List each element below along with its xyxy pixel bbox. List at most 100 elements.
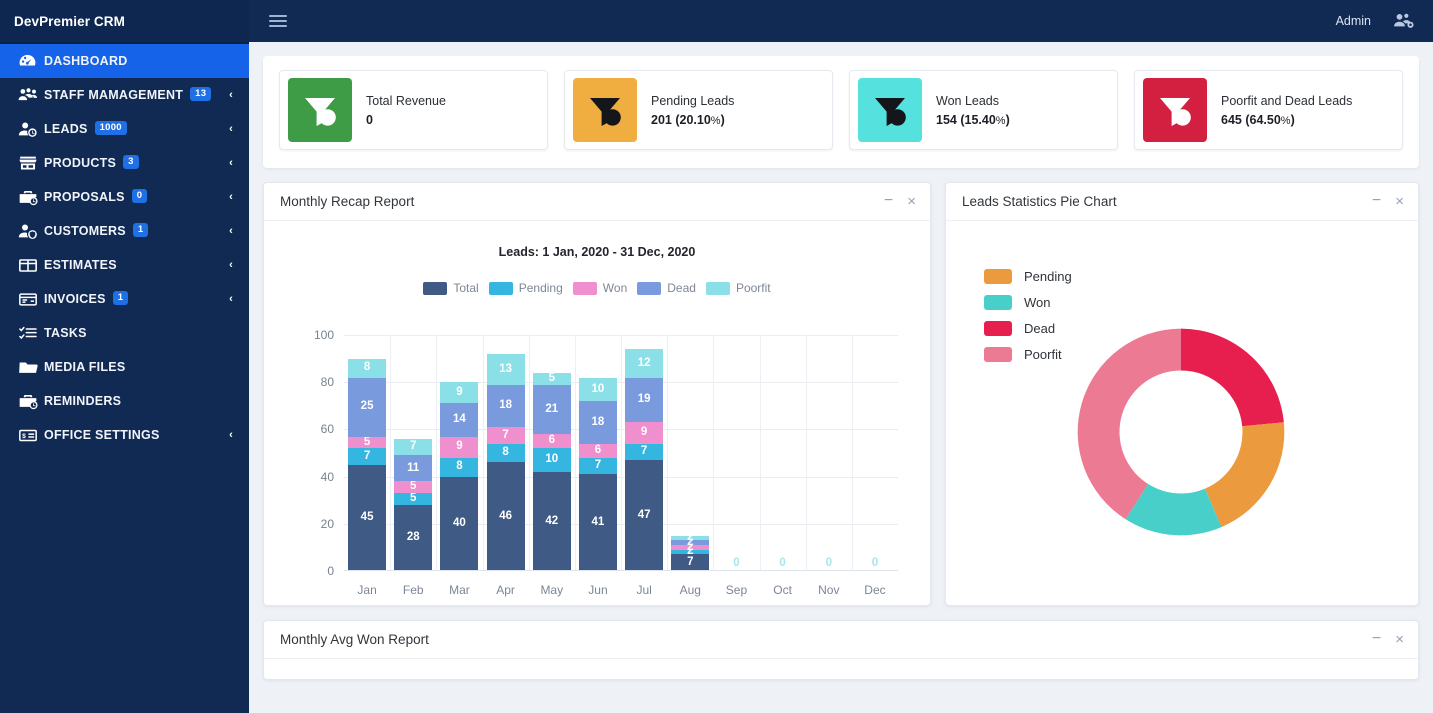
bar-segment-total[interactable]: 45 xyxy=(348,464,387,571)
chevron-left-icon[interactable]: ‹ xyxy=(229,123,233,135)
bar-segment-pending[interactable]: 8 xyxy=(440,457,479,477)
minimize-icon[interactable]: − xyxy=(1372,192,1381,209)
bar-segment-poorfit[interactable]: 13 xyxy=(486,353,525,385)
bar-segment-poorfit[interactable]: 8 xyxy=(348,358,387,378)
sidebar-item-products[interactable]: PRODUCTS 3 ‹ xyxy=(0,146,249,180)
sidebar-item-tasks[interactable]: TASKS xyxy=(0,316,249,350)
stat-card-value: 154 (15.40%) xyxy=(936,113,1010,127)
x-axis-tick: Aug xyxy=(679,583,701,597)
sidebar-item-proposals[interactable]: PROPOSALS 0 ‹ xyxy=(0,180,249,214)
bar-segment-total[interactable]: 47 xyxy=(625,460,664,571)
bar-column-jan[interactable]: 45 7 5 25 8 xyxy=(344,335,390,571)
legend-item-poorfit[interactable]: Poorfit xyxy=(705,281,771,295)
bar-segment-dead[interactable]: 18 xyxy=(486,384,525,428)
sidebar-item-staff-mamagement[interactable]: STAFF MAMAGEMENT 13 ‹ xyxy=(0,78,249,112)
bar-segment-dead[interactable]: 11 xyxy=(394,455,433,482)
close-icon[interactable]: × xyxy=(1395,632,1404,647)
legend-item-pending[interactable]: Pending xyxy=(488,281,563,295)
bar-segment-total[interactable]: 40 xyxy=(440,476,479,571)
chevron-left-icon[interactable]: ‹ xyxy=(229,259,233,271)
stat-card-total-revenue[interactable]: Total Revenue 0 xyxy=(279,70,548,150)
bar-segment-dead[interactable]: 18 xyxy=(578,401,617,444)
users-cog-icon[interactable] xyxy=(1393,12,1415,30)
stat-card-won-leads[interactable]: Won Leads 154 (15.40%) xyxy=(849,70,1118,150)
hamburger-icon[interactable] xyxy=(269,15,287,27)
bar-segment-dead[interactable]: 19 xyxy=(625,377,664,423)
bar-segment-pending[interactable]: 8 xyxy=(486,443,525,463)
bar-segment-poorfit[interactable]: 10 xyxy=(578,377,617,402)
bar-segment-pending[interactable]: 7 xyxy=(348,448,387,465)
bar-value-label: 6 xyxy=(594,443,602,456)
bar-segment-dead[interactable]: 21 xyxy=(532,384,571,435)
bar-segment-total[interactable]: 46 xyxy=(486,462,525,571)
donut-slice-dead[interactable] xyxy=(1181,328,1284,427)
donut-slice-poorfit[interactable] xyxy=(1077,328,1181,520)
chevron-left-icon[interactable]: ‹ xyxy=(229,89,233,101)
bar-segment-poorfit[interactable]: 2 xyxy=(671,532,710,543)
bar-segment-poorfit[interactable]: 7 xyxy=(394,438,433,456)
pie-legend-item-pending[interactable]: Pending xyxy=(984,269,1072,284)
stat-card-pending-leads[interactable]: Pending Leads 201 (20.10%) xyxy=(564,70,833,150)
bar-segment-dead[interactable]: 25 xyxy=(348,377,387,437)
pie-legend-swatch xyxy=(984,295,1012,310)
chevron-left-icon[interactable]: ‹ xyxy=(229,293,233,305)
bar-segment-total[interactable]: 28 xyxy=(394,504,433,571)
chevron-left-icon[interactable]: ‹ xyxy=(229,191,233,203)
bar-column-may[interactable]: 42 10 6 21 5 xyxy=(529,335,575,571)
sidebar-item-estimates[interactable]: ESTIMATES ‹ xyxy=(0,248,249,282)
pie-legend-item-won[interactable]: Won xyxy=(984,295,1072,310)
chevron-left-icon[interactable]: ‹ xyxy=(229,225,233,237)
close-icon[interactable]: × xyxy=(907,194,916,209)
stat-card-poorfit-and-dead-leads[interactable]: Poorfit and Dead Leads 645 (64.50%) xyxy=(1134,70,1403,150)
legend-item-dead[interactable]: Dead xyxy=(637,281,696,295)
bar-segment-won[interactable]: 5 xyxy=(394,481,433,494)
bar-segment-won[interactable]: 9 xyxy=(440,436,479,458)
sidebar-item-invoices[interactable]: INVOICES 1 ‹ xyxy=(0,282,249,316)
bar-segment-won[interactable]: 5 xyxy=(348,436,387,449)
bar-column-sep[interactable]: 0 xyxy=(713,335,759,571)
bar-segment-won[interactable]: 6 xyxy=(532,434,571,449)
minimize-icon[interactable]: − xyxy=(1372,630,1381,647)
bar-segment-dead[interactable]: 14 xyxy=(440,403,479,437)
bar-column-apr[interactable]: 46 8 7 18 13 xyxy=(483,335,529,571)
legend-label: Dead xyxy=(667,281,696,295)
bar-segment-poorfit[interactable]: 9 xyxy=(440,382,479,404)
bar-column-dec[interactable]: 0 xyxy=(852,335,898,571)
bar-column-oct[interactable]: 0 xyxy=(760,335,806,571)
sidebar-item-customers[interactable]: CUSTOMERS 1 ‹ xyxy=(0,214,249,248)
bar-segment-won[interactable]: 9 xyxy=(625,422,664,444)
bar-segment-pending[interactable]: 10 xyxy=(532,448,571,472)
bar-column-feb[interactable]: 28 5 5 11 7 xyxy=(390,335,436,571)
chevron-left-icon[interactable]: ‹ xyxy=(229,157,233,169)
sidebar-item-dashboard[interactable]: DASHBOARD xyxy=(0,44,249,78)
bar-column-mar[interactable]: 40 8 9 14 9 xyxy=(436,335,482,571)
bar-value-label: 7 xyxy=(502,428,509,441)
legend-item-won[interactable]: Won xyxy=(572,281,627,295)
bar-chart-plot: 0 20 40 60 80 100 45 7 5 25 8 28 5 5 11 7 40 8 9 14 9 46 8 7 18… xyxy=(298,327,908,603)
bar-column-jun[interactable]: 41 7 6 18 10 xyxy=(575,335,621,571)
chevron-left-icon[interactable]: ‹ xyxy=(229,429,233,441)
bar-segment-pending[interactable]: 7 xyxy=(625,443,664,461)
bar-column-jul[interactable]: 47 7 9 19 12 xyxy=(621,335,667,571)
bar-segment-poorfit[interactable]: 5 xyxy=(532,372,571,385)
bar-value-label: 10 xyxy=(545,453,559,466)
bar-column-nov[interactable]: 0 xyxy=(806,335,852,571)
sidebar-item-leads[interactable]: LEADS 1000 ‹ xyxy=(0,112,249,146)
minimize-icon[interactable]: − xyxy=(884,192,893,209)
bar-segment-won[interactable]: 6 xyxy=(578,443,617,458)
sidebar-item-media-files[interactable]: MEDIA FILES xyxy=(0,350,249,384)
sidebar-item-reminders[interactable]: REMINDERS xyxy=(0,384,249,418)
close-icon[interactable]: × xyxy=(1395,194,1404,209)
sidebar-item-office-settings[interactable]: $ OFFICE SETTINGS ‹ xyxy=(0,418,249,452)
donut-slice-pending[interactable] xyxy=(1205,422,1285,528)
bar-segment-won[interactable]: 7 xyxy=(486,427,525,444)
bar-segment-total[interactable]: 42 xyxy=(532,471,571,571)
legend-item-total[interactable]: Total xyxy=(423,281,479,295)
bar-segment-poorfit[interactable]: 12 xyxy=(625,349,664,378)
bar-segment-pending[interactable]: 5 xyxy=(394,493,433,505)
bar-segment-pending[interactable]: 7 xyxy=(578,457,617,475)
admin-label[interactable]: Admin xyxy=(1336,14,1371,28)
bar-value-label: 46 xyxy=(499,509,512,522)
bar-column-aug[interactable]: 72222 xyxy=(667,335,713,571)
bar-segment-total[interactable]: 41 xyxy=(578,474,617,571)
